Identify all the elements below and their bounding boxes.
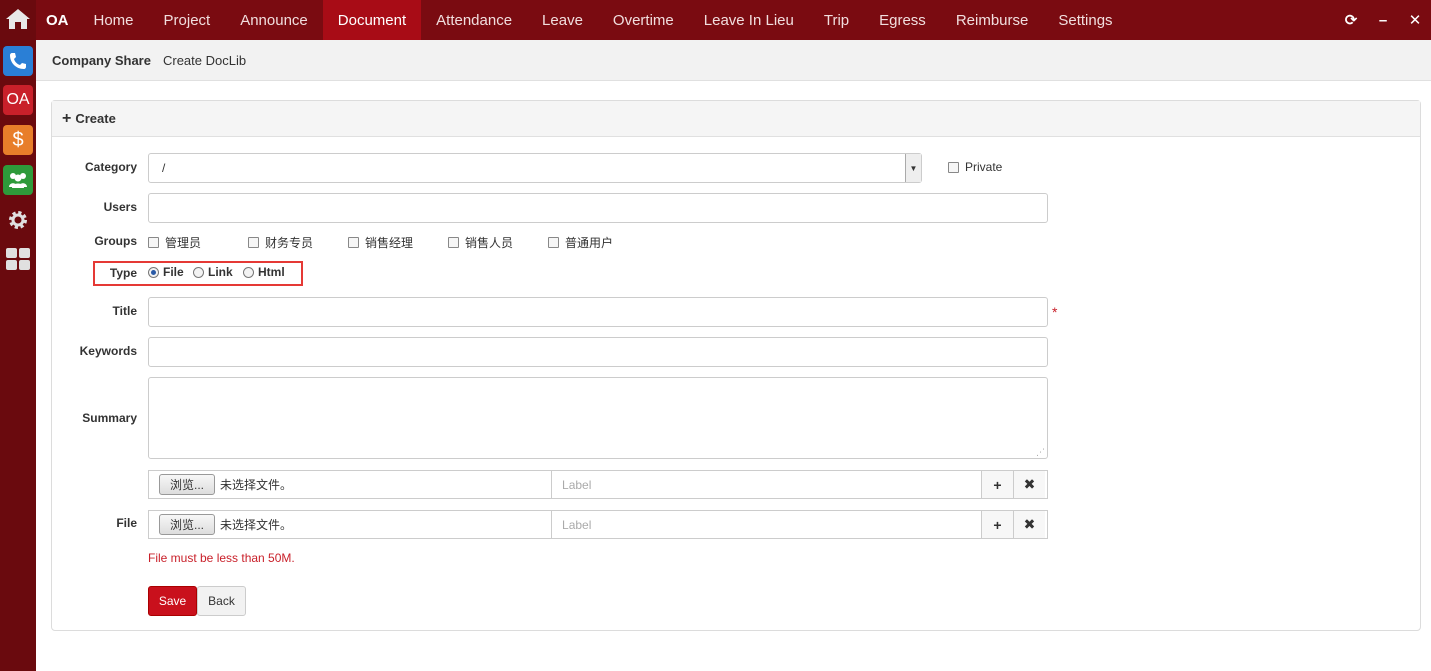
remove-file-button[interactable]: ✖ bbox=[1013, 511, 1046, 538]
type-radio-link[interactable] bbox=[193, 266, 204, 278]
close-icon[interactable]: ✕ bbox=[1399, 11, 1431, 29]
nav-project[interactable]: Project bbox=[149, 0, 226, 40]
users-input[interactable] bbox=[148, 193, 1048, 223]
no-file-text: 未选择文件。 bbox=[220, 518, 293, 532]
required-mark: * bbox=[1052, 304, 1058, 320]
file-label: File bbox=[116, 516, 137, 530]
category-select[interactable]: / ▼ bbox=[148, 153, 922, 183]
no-file-text: 未选择文件。 bbox=[220, 478, 293, 492]
private-label: Private bbox=[965, 160, 1003, 174]
create-panel: + Create Category / ▼ Private Users Grou… bbox=[51, 100, 1421, 631]
keywords-input[interactable] bbox=[148, 337, 1048, 367]
top-nav: OA Home Project Announce Document Attend… bbox=[36, 0, 1431, 40]
nav-announce[interactable]: Announce bbox=[225, 0, 323, 40]
chevron-down-icon: ▼ bbox=[905, 154, 921, 182]
users-icon[interactable] bbox=[3, 165, 33, 195]
group-option[interactable]: 管理员 bbox=[148, 234, 201, 251]
nav-attendance[interactable]: Attendance bbox=[421, 0, 527, 40]
users-label: Users bbox=[103, 200, 137, 214]
type-radio-file[interactable] bbox=[148, 266, 159, 278]
save-button[interactable]: Save bbox=[148, 586, 197, 616]
group-option[interactable]: 销售人员 bbox=[448, 234, 513, 251]
private-checkbox[interactable] bbox=[948, 161, 959, 173]
plus-icon: + bbox=[993, 516, 1002, 533]
add-file-button[interactable]: + bbox=[981, 511, 1014, 538]
group-checkbox[interactable] bbox=[248, 237, 259, 248]
type-option-html[interactable]: Html bbox=[243, 265, 285, 279]
breadcrumb: Company Share Create DocLib bbox=[36, 40, 1431, 81]
app: OA $ OA Home Project Announce Document A… bbox=[0, 0, 1431, 671]
summary-textarea[interactable]: ⋰ bbox=[148, 377, 1048, 459]
nav-settings[interactable]: Settings bbox=[1043, 0, 1127, 40]
private-option[interactable]: Private bbox=[948, 160, 1002, 174]
nav-overtime[interactable]: Overtime bbox=[598, 0, 689, 40]
nav-document[interactable]: Document bbox=[322, 0, 422, 40]
breadcrumb-root[interactable]: Company Share bbox=[52, 53, 151, 68]
close-icon: ✖ bbox=[1023, 476, 1036, 492]
file-label-input[interactable]: Label bbox=[551, 511, 981, 538]
resize-handle-icon[interactable]: ⋰ bbox=[1036, 447, 1045, 458]
browse-button[interactable]: 浏览... bbox=[159, 474, 216, 495]
browse-button[interactable]: 浏览... bbox=[159, 514, 216, 535]
title-input[interactable] bbox=[148, 297, 1048, 327]
title-label: Title bbox=[112, 304, 137, 318]
type-link-label: Link bbox=[208, 265, 233, 279]
group-label: 管理员 bbox=[165, 236, 202, 250]
category-value: / bbox=[162, 161, 166, 175]
refresh-icon[interactable]: ⟳ bbox=[1335, 11, 1367, 29]
group-option[interactable]: 财务专员 bbox=[248, 234, 313, 251]
type-file-label: File bbox=[163, 265, 184, 279]
nav-leave-in-lieu[interactable]: Leave In Lieu bbox=[689, 0, 809, 40]
back-button[interactable]: Back bbox=[197, 586, 246, 616]
type-option-link[interactable]: Link bbox=[193, 265, 233, 279]
nav-egress[interactable]: Egress bbox=[864, 0, 941, 40]
apps-grid-icon[interactable] bbox=[3, 244, 33, 274]
group-label: 销售人员 bbox=[465, 236, 514, 250]
type-html-label: Html bbox=[258, 265, 285, 279]
home-icon[interactable] bbox=[3, 4, 33, 34]
group-label: 财务专员 bbox=[265, 236, 314, 250]
minimize-icon[interactable]: – bbox=[1367, 12, 1399, 29]
summary-label: Summary bbox=[82, 411, 137, 425]
type-radio-html[interactable] bbox=[243, 266, 254, 278]
file-size-hint: File must be less than 50M. bbox=[148, 551, 295, 565]
groups-label: Groups bbox=[94, 234, 137, 248]
add-file-button[interactable]: + bbox=[981, 471, 1014, 498]
group-option[interactable]: 普通用户 bbox=[548, 234, 613, 251]
group-label: 销售经理 bbox=[365, 236, 414, 250]
panel-title: Create bbox=[75, 111, 116, 126]
type-label: Type bbox=[109, 266, 137, 280]
brand-logo[interactable]: OA bbox=[36, 0, 79, 40]
window-controls: ⟳ – ✕ bbox=[1335, 0, 1431, 40]
left-dock: OA $ bbox=[0, 0, 36, 671]
oa-app-icon[interactable]: OA bbox=[3, 85, 33, 115]
type-option-file[interactable]: File bbox=[148, 265, 184, 279]
phone-icon[interactable] bbox=[3, 46, 33, 76]
remove-file-button[interactable]: ✖ bbox=[1013, 471, 1046, 498]
nav-reimburse[interactable]: Reimburse bbox=[941, 0, 1044, 40]
plus-icon: + bbox=[993, 476, 1002, 493]
file-row: 浏览... 未选择文件。 Label + ✖ bbox=[148, 470, 1048, 499]
group-checkbox[interactable] bbox=[148, 237, 159, 248]
nav-leave[interactable]: Leave bbox=[527, 0, 598, 40]
nav-home[interactable]: Home bbox=[79, 0, 149, 40]
group-option[interactable]: 销售经理 bbox=[348, 234, 413, 251]
file-label-input[interactable]: Label bbox=[551, 471, 981, 498]
keywords-label: Keywords bbox=[79, 344, 137, 358]
category-label: Category bbox=[84, 160, 137, 174]
nav-trip[interactable]: Trip bbox=[809, 0, 864, 40]
plus-icon: + bbox=[62, 109, 72, 127]
file-row: 浏览... 未选择文件。 Label + ✖ bbox=[148, 510, 1048, 539]
gear-icon[interactable] bbox=[3, 205, 33, 235]
panel-header: + Create bbox=[52, 101, 1420, 137]
close-icon: ✖ bbox=[1023, 516, 1036, 532]
group-checkbox[interactable] bbox=[548, 237, 559, 248]
group-checkbox[interactable] bbox=[448, 237, 459, 248]
breadcrumb-current: Create DocLib bbox=[162, 52, 247, 68]
group-label: 普通用户 bbox=[565, 236, 614, 250]
group-checkbox[interactable] bbox=[348, 237, 359, 248]
money-icon[interactable]: $ bbox=[3, 125, 33, 155]
